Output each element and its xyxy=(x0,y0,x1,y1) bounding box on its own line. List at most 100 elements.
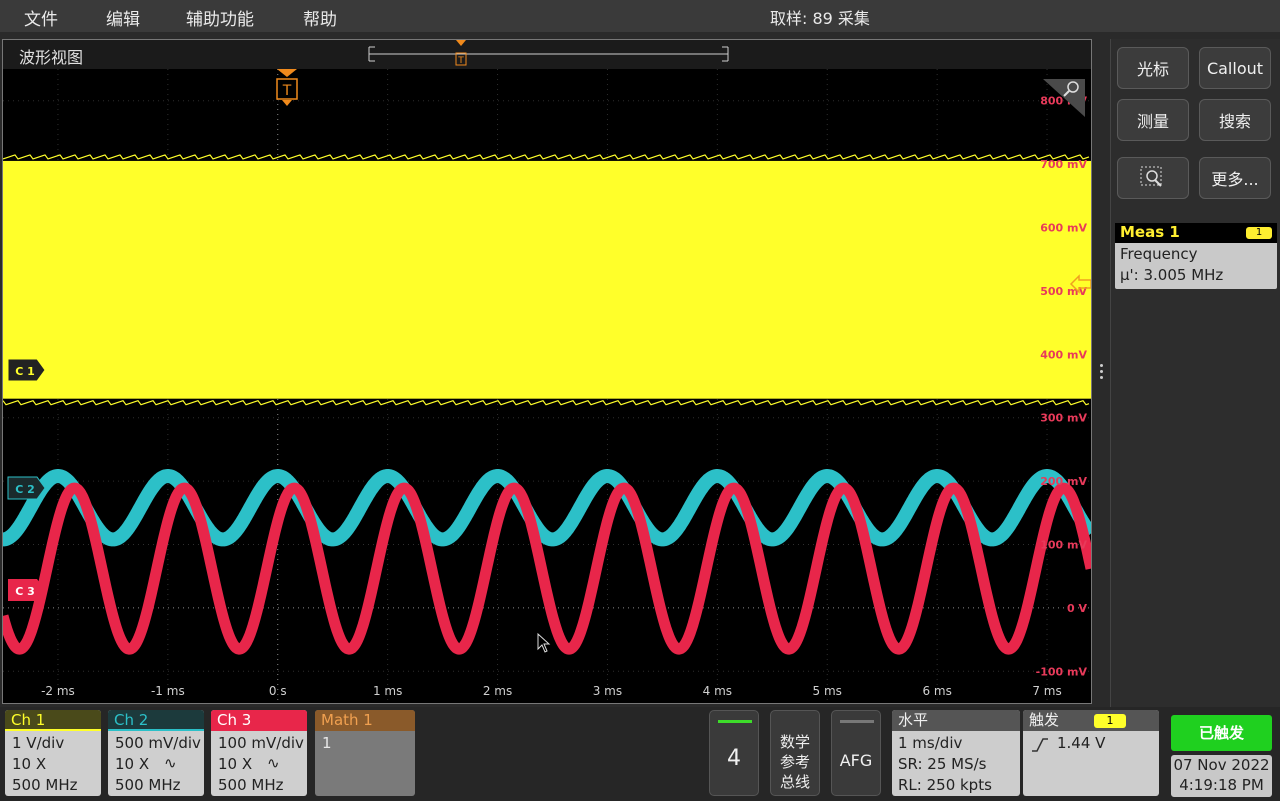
y-axis-label: 0 V xyxy=(1067,602,1087,615)
horizontal-title: 水平 xyxy=(892,710,1020,731)
measure-button[interactable]: 测量 xyxy=(1117,99,1189,141)
ch2-badge[interactable]: Ch 2 500 mV/div 10 X ∿ 500 MHz xyxy=(108,710,204,796)
add-channel-4-button[interactable]: 4 xyxy=(709,710,759,796)
ch3-bandwidth: 500 MHz xyxy=(218,776,284,794)
date-time-badge[interactable]: 07 Nov 2022 4:19:18 PM xyxy=(1171,755,1272,797)
ch1-marker[interactable]: C 1 xyxy=(7,358,46,382)
ch1-badge[interactable]: Ch 1 1 V/div 10 X 500 MHz xyxy=(5,710,101,796)
math1-value: 1 xyxy=(322,734,332,752)
ch1-probe: 10 X xyxy=(12,755,47,773)
y-axis-label: -100 mV xyxy=(1036,665,1088,678)
ch1-noise-bottom xyxy=(3,399,1090,406)
measurement-name: Frequency xyxy=(1120,245,1198,263)
y-axis-label: 600 mV xyxy=(1040,222,1087,235)
overview-trigger-icon xyxy=(456,40,466,46)
more-button[interactable]: 更多... xyxy=(1199,157,1271,199)
trigger-badge[interactable]: 触发 1 1.44 V xyxy=(1023,710,1159,796)
menu-file[interactable]: 文件 xyxy=(24,5,58,30)
math-label: 数学 xyxy=(779,733,810,751)
x-axis-label: 1 ms xyxy=(373,684,402,698)
y-axis-label: 500 mV xyxy=(1040,285,1087,298)
rising-edge-icon xyxy=(1032,738,1048,752)
waveform-view-title: 波形视图 xyxy=(19,48,84,67)
sample-rate: SR: 25 MS/s xyxy=(898,755,987,773)
results-panel: 光标 Callout 测量 搜索 更多... Meas 1 1 Frequenc… xyxy=(1110,39,1280,707)
svg-text:C 2: C 2 xyxy=(15,483,35,496)
ch1-waveform xyxy=(3,160,1091,399)
measurement-badge[interactable]: Meas 1 1 Frequency μ': 3.005 MHz xyxy=(1115,223,1277,289)
x-axis-label: 2 ms xyxy=(483,684,512,698)
x-axis-label: -2 ms xyxy=(41,684,75,698)
ch2-scale: 500 mV/div xyxy=(115,734,201,752)
ch3-badge[interactable]: Ch 3 100 mV/div 10 X ∿ 500 MHz xyxy=(211,710,307,796)
ch1-scale: 1 V/div xyxy=(12,734,65,752)
ch1-noise-top xyxy=(3,154,1090,160)
x-axis-label: 4 ms xyxy=(703,684,732,698)
afg-button[interactable]: AFG xyxy=(831,710,881,796)
ch1-badge-title: Ch 1 xyxy=(5,710,101,731)
acquisition-status: 取样: 89 采集 xyxy=(770,9,870,28)
waveform-plot[interactable]: 800 mV700 mV600 mV500 mV400 mV300 mV200 … xyxy=(3,69,1091,703)
x-axis-labels: -2 ms -1 ms 0 s 1 ms 2 ms 3 ms 4 ms 5 ms 6 ms 7 m… xyxy=(41,684,1062,698)
y-axis-label: 700 mV xyxy=(1040,158,1087,171)
record-view-overview[interactable]: T xyxy=(365,40,735,69)
ch2-badge-title: Ch 2 xyxy=(108,710,204,731)
horizontal-badge[interactable]: 水平 1 ms/div SR: 25 MS/s RL: 250 kpts xyxy=(892,710,1020,796)
add-math-ref-bus-button[interactable]: 数学 参考 总线 xyxy=(770,710,820,796)
math1-badge[interactable]: Math 1 1 xyxy=(315,710,415,796)
date-label: 07 Nov 2022 xyxy=(1173,756,1270,774)
trigger-title: 触发 1 xyxy=(1023,710,1159,731)
ch3-scale: 100 mV/div xyxy=(218,734,304,752)
channel-4-color-bar xyxy=(718,720,752,723)
ch3-waveform xyxy=(3,482,1091,655)
y-axis-label: 300 mV xyxy=(1040,412,1087,425)
menu-utility[interactable]: 辅助功能 xyxy=(186,5,254,30)
ch2-probe: 10 X xyxy=(115,755,150,773)
x-axis-label: 5 ms xyxy=(813,684,842,698)
ch3-badge-title: Ch 3 xyxy=(211,710,307,731)
panel-splitter-handle[interactable] xyxy=(1098,364,1104,384)
add-channel-4-label: 4 xyxy=(727,746,741,771)
cursors-button[interactable]: 光标 xyxy=(1117,47,1189,89)
ref-label: 参考 xyxy=(779,753,810,771)
search-button[interactable]: 搜索 xyxy=(1199,99,1271,141)
measurement-title: Meas 1 xyxy=(1120,223,1180,241)
x-axis-label: 6 ms xyxy=(922,684,951,698)
afg-label: AFG xyxy=(839,751,873,770)
menu-help[interactable]: 帮助 xyxy=(303,5,337,30)
y-axis-label: 100 mV xyxy=(1040,539,1087,552)
measurement-source-badge: 1 xyxy=(1246,227,1272,239)
horizontal-scale: 1 ms/div xyxy=(898,734,963,752)
trigger-status-button[interactable]: 已触发 xyxy=(1171,715,1272,751)
zoom-box-icon xyxy=(1140,166,1162,187)
trigger-marker-label: T xyxy=(282,83,292,99)
bus-label: 总线 xyxy=(779,773,810,791)
svg-text:C 3: C 3 xyxy=(15,585,35,598)
waveform-view[interactable]: 波形视图 T 800 mV 700 mV 600 mV 500 mV 400 mV 300… xyxy=(2,39,1092,704)
ch1-bandwidth: 500 MHz xyxy=(12,776,78,794)
callout-button[interactable]: Callout xyxy=(1199,47,1271,89)
mouse-pointer-icon xyxy=(537,632,551,653)
menu-edit[interactable]: 编辑 xyxy=(106,5,140,30)
trigger-source-badge: 1 xyxy=(1094,714,1126,728)
math1-badge-title: Math 1 xyxy=(315,710,415,731)
time-label: 4:19:18 PM xyxy=(1179,776,1264,794)
menu-bar: 文件 编辑 辅助功能 帮助 取样: 89 采集 xyxy=(0,0,1280,32)
zoom-search-button[interactable] xyxy=(1117,157,1189,199)
waveform-view-title-bar: 波形视图 T xyxy=(3,40,1091,69)
settings-bar: Ch 1 1 V/div 10 X 500 MHz Ch 2 500 mV/di… xyxy=(0,707,1280,801)
trigger-level: 1.44 V xyxy=(1057,734,1106,752)
x-axis-label: -1 ms xyxy=(151,684,185,698)
x-axis-label: 3 ms xyxy=(593,684,622,698)
afg-status-bar xyxy=(840,720,874,723)
trigger-title-text: 触发 xyxy=(1029,711,1060,729)
ac-coupling-icon: ∿ xyxy=(164,754,177,772)
y-axis-label: 400 mV xyxy=(1040,348,1087,361)
ac-coupling-icon: ∿ xyxy=(267,754,280,772)
waveform-traces xyxy=(3,154,1091,655)
y-axis-label: 200 mV xyxy=(1040,475,1087,488)
svg-text:T: T xyxy=(457,56,464,66)
x-axis-label: 7 ms xyxy=(1032,684,1061,698)
ch2-marker[interactable]: C 2 xyxy=(7,476,46,500)
measurement-header: Meas 1 1 xyxy=(1115,223,1277,243)
